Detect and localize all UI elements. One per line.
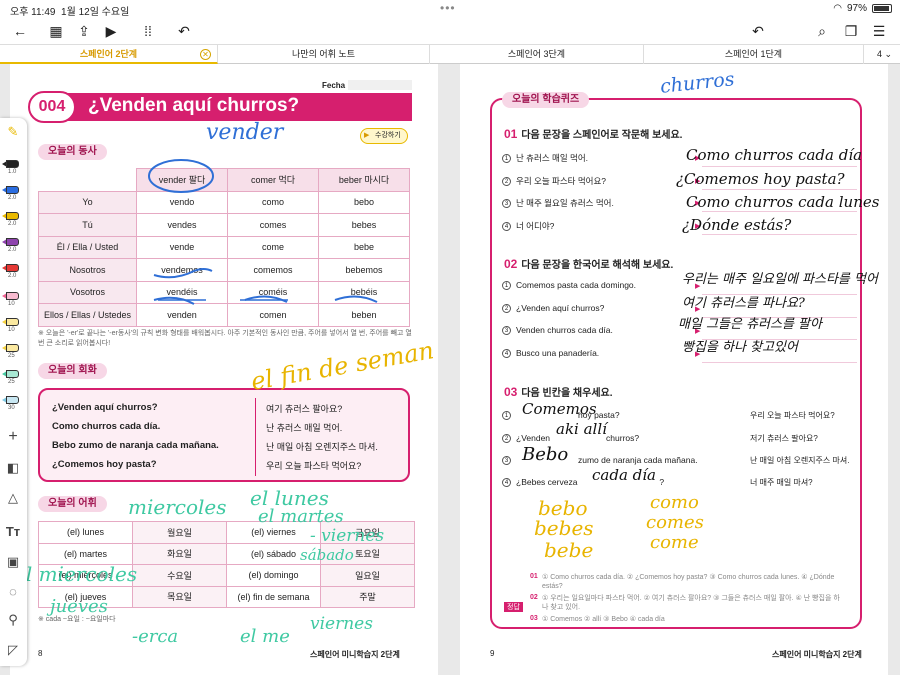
question: 4 Busco una panadería. (502, 348, 599, 358)
export-icon[interactable]: ⇪ (74, 21, 94, 41)
tab-close-icon[interactable]: ✕ (200, 49, 211, 60)
handwriting: 매일 그들은 츄러스를 팔아 (678, 317, 822, 332)
menu-icon[interactable]: ☰ (869, 21, 889, 41)
handwriting: ¿Dónde estás? (682, 216, 792, 234)
handwriting: cada día (592, 466, 656, 484)
tab-count[interactable]: 4 ⌄ (877, 45, 892, 64)
question: 1 Comemos pasta cada domingo. (502, 280, 636, 290)
tab-vocab-note[interactable]: 나만의 어휘 노트 (218, 45, 430, 64)
handwriting: Como churros cada lunes (686, 193, 880, 211)
battery-icon (872, 4, 892, 13)
answer-line (702, 362, 857, 363)
ink-strokes (148, 159, 378, 305)
quiz-badge: 오늘의 학습퀴즈 (502, 92, 590, 108)
handwriting: churros (659, 68, 736, 98)
handwriting: 여기 츄러스를 파나요? (682, 296, 805, 311)
add-pen-icon[interactable]: + (3, 428, 23, 446)
lasso-icon[interactable]: ◌ (3, 584, 23, 602)
translation: 난 매일 아침 오렌지주스 마셔. (750, 456, 850, 465)
link-icon[interactable]: ⚲ (3, 612, 23, 630)
shape-icon[interactable]: △ (3, 490, 23, 508)
handwriting: Como churros cada día (686, 146, 863, 164)
highlighter-yellow[interactable]: 10 (2, 314, 22, 333)
handwriting: Comemos (522, 400, 597, 418)
answer-text: ① Comemos ② allí ③ Bebo ④ cada día (542, 616, 665, 623)
section-3-title: 03 다음 빈칸을 채우세요. (504, 385, 613, 399)
sticky-note-icon[interactable]: ◸ (3, 642, 23, 660)
multitask-dots[interactable]: ••• (440, 1, 456, 15)
answer-line (702, 211, 857, 212)
handwriting: comes (646, 512, 704, 533)
translation: 우리 오늘 파스타 먹어요? (750, 411, 835, 420)
handwriting: ¿Comemos hoy pasta? (676, 170, 845, 188)
answer-line (702, 166, 857, 167)
answer-text: ① 우리는 일요일마다 파스타 먹어. ② 여기 츄러스 팔아요? ③ 그들은 … (542, 595, 840, 611)
pencil-icon[interactable]: ✎ (3, 124, 23, 142)
image-icon[interactable]: ▣ (3, 554, 23, 572)
tab-spanish-1[interactable]: 스페인어 1단계 (644, 45, 864, 64)
handwriting: bebe (544, 538, 594, 562)
document-tabs: 스페인어 2단계 ✕ 나만의 어휘 노트 스페인어 3단계 스페인어 1단계 4… (0, 44, 900, 64)
section-2-title: 02 다음 문장을 한국어로 해석해 보세요. (504, 257, 674, 271)
pen-purple[interactable]: 2.0 (2, 234, 22, 253)
handwriting: aki allí (556, 420, 607, 438)
apps-icon[interactable]: ⁞⁞ (138, 21, 158, 41)
back-icon[interactable]: ← (10, 21, 30, 41)
battery-percent: 97% (846, 3, 867, 14)
answer-label: 정답 (504, 602, 523, 612)
highlighter-blue[interactable]: 30 (2, 392, 22, 411)
footer-brand: 스페인어 미니학습지 2단계 (772, 650, 862, 659)
pen-toolbar: ✎ 1.0 2.0 2.0 2.0 2.0 10 10 25 25 30 + ◧… (0, 118, 27, 666)
question: 4너 어디야? (502, 220, 554, 232)
answer-text: ① Como churros cada día. ② ¿Comemos hoy … (542, 574, 835, 590)
undo-icon[interactable]: ↶ (174, 21, 194, 41)
highlighter-yellow-2[interactable]: 25 (2, 340, 22, 359)
question: 3난 매주 월요일 츄러스 먹어. (502, 197, 614, 209)
question: 2 ¿Venden aquí churros? (502, 303, 604, 313)
redo-icon[interactable]: ↶ (748, 21, 768, 41)
pages-icon[interactable]: ❐ (841, 21, 861, 41)
pen-black[interactable]: 1.0 (2, 156, 22, 175)
section-1-title: 01 다음 문장을 스페인어로 작문해 보세요. (504, 127, 683, 141)
handwriting: como (650, 492, 699, 513)
left-page[interactable]: Fecha : 004 ¿Venden aquí churros? 수강하기 오… (10, 64, 438, 675)
answer-line (702, 189, 857, 190)
answer-num: 02 (530, 594, 538, 601)
tab-spanish-3[interactable]: 스페인어 3단계 (430, 45, 644, 64)
eraser-icon[interactable]: ◧ (3, 460, 23, 478)
pen-blue[interactable]: 2.0 (2, 182, 22, 201)
translation: 저기 츄러스 팔아요? (750, 434, 818, 443)
answer-line (702, 234, 857, 235)
status-bar: 오후 11:49 1월 12일 수요일 ••• ◠ 97% (0, 0, 900, 18)
wifi-icon: ◠ (833, 3, 842, 14)
grid-icon[interactable]: ▦ (46, 21, 66, 41)
question: 2 우리 오늘 파스타 먹어요? (502, 175, 606, 187)
highlighter-pink[interactable]: 10 (2, 288, 22, 307)
right-page[interactable]: 오늘의 학습퀴즈 01 다음 문장을 스페인어로 작문해 보세요. 1난 츄러스 … (460, 64, 888, 675)
app-toolbar: ← ▦ ⇪ ▶ ⁞⁞ ↶ ↶ ⌕ ❐ ☰ (0, 17, 900, 44)
question: 3 Venden churros cada día. (502, 325, 613, 335)
handwriting: come (650, 532, 699, 553)
highlighter-green[interactable]: 25 (2, 366, 22, 385)
answer-num: 01 (530, 573, 538, 580)
question: 1난 츄러스 매일 먹어. (502, 152, 588, 164)
translation: 너 매주 매일 마셔? (750, 478, 813, 487)
tab-spanish-2[interactable]: 스페인어 2단계 (0, 45, 218, 64)
search-icon[interactable]: ⌕ (812, 21, 832, 41)
answer-num: 03 (530, 615, 538, 622)
text-tool-icon[interactable]: Tт (3, 524, 23, 542)
status-right: ◠ 97% (833, 3, 892, 14)
handwriting: Bebo (522, 444, 569, 465)
status-time: 오후 11:49 1월 12일 수요일 (10, 7, 130, 18)
pen-yellow[interactable]: 2.0 (2, 208, 22, 227)
handwriting: 빵집을 하나 찾고있어 (682, 340, 798, 355)
pen-red[interactable]: 2.0 (2, 260, 22, 279)
present-icon[interactable]: ▶ (101, 21, 121, 41)
handwriting: bebes (534, 516, 594, 540)
handwriting: 우리는 매주 일요일에 파스타를 먹어 (682, 272, 878, 287)
page-number: 9 (490, 649, 495, 658)
